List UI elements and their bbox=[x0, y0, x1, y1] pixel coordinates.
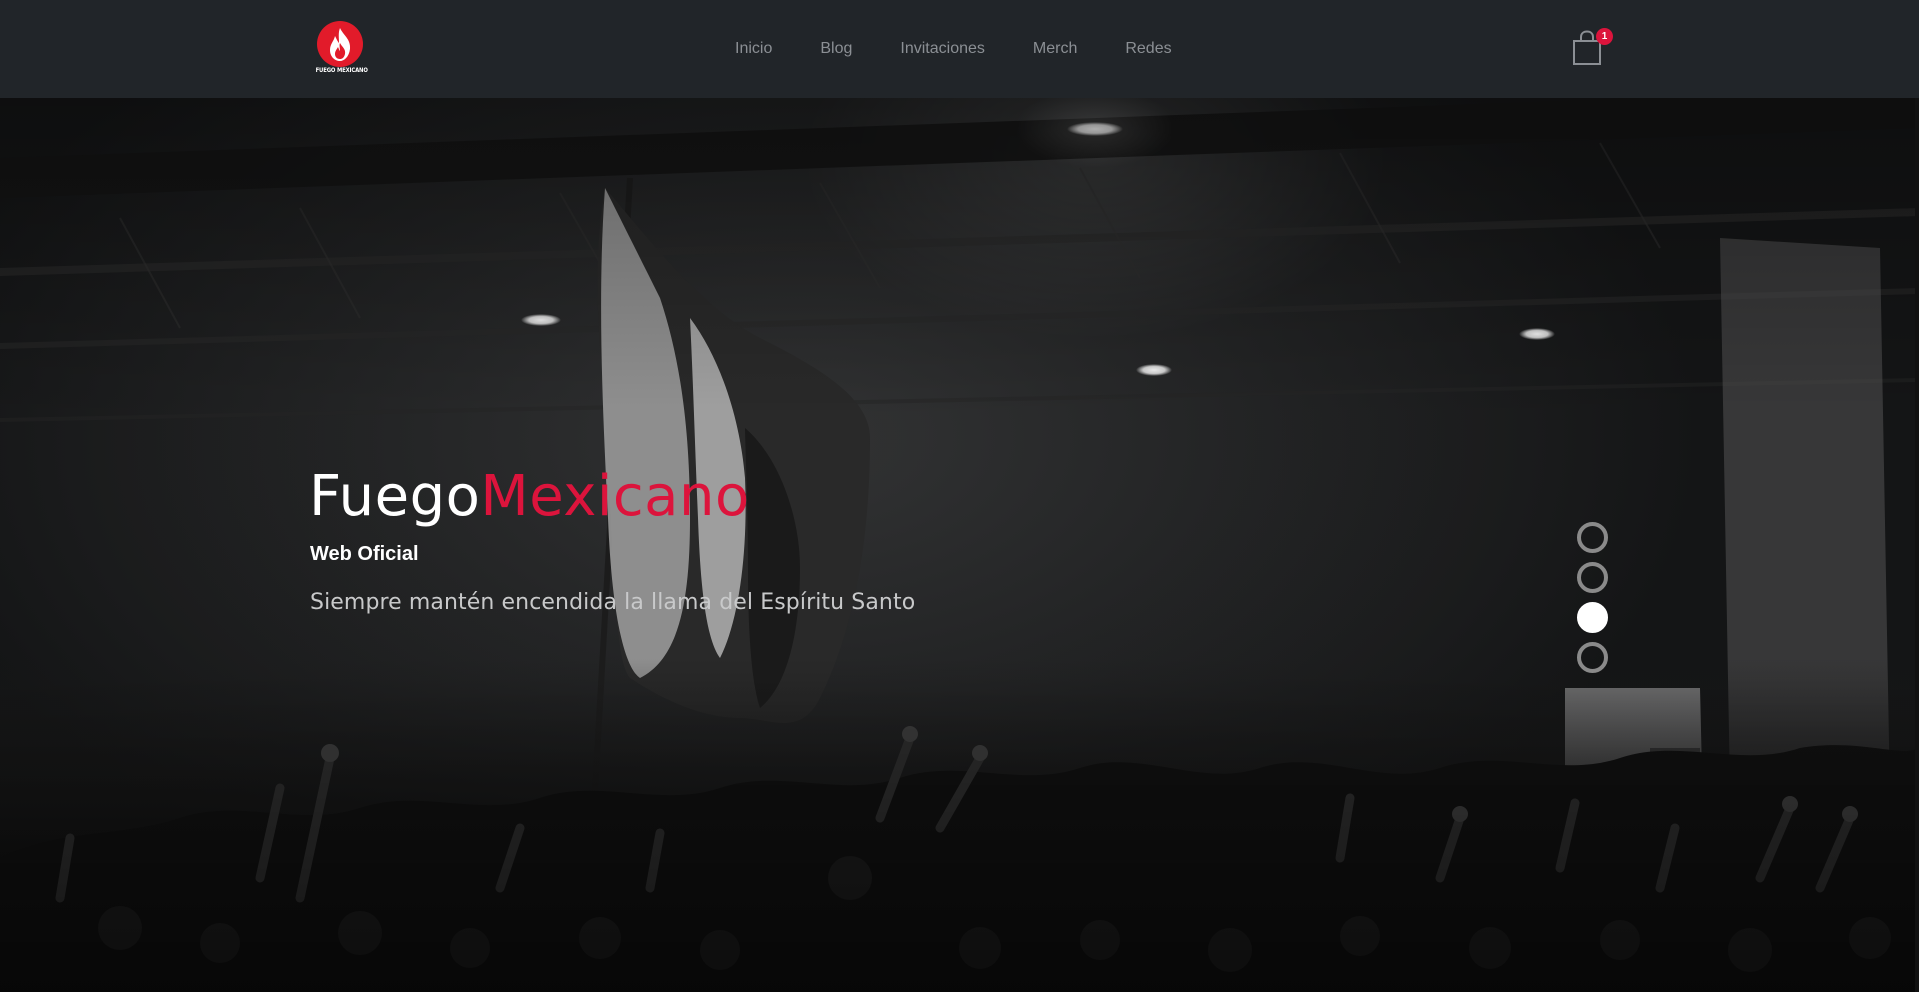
hero-subtitle: Web Oficial bbox=[310, 543, 419, 565]
hero-title-part1: Fuego bbox=[309, 464, 481, 529]
carousel-indicator-2[interactable] bbox=[1577, 562, 1608, 593]
navbar: FUEGO MEXICANO Inicio Blog Invitaciones … bbox=[0, 0, 1919, 98]
nav-link-redes[interactable]: Redes bbox=[1125, 37, 1171, 61]
carousel-indicator-4[interactable] bbox=[1577, 642, 1608, 673]
cart-count-badge: 1 bbox=[1596, 28, 1613, 45]
carousel-indicator-1[interactable] bbox=[1577, 522, 1608, 553]
nav-link-invitaciones[interactable]: Invitaciones bbox=[900, 37, 985, 61]
main-nav: Inicio Blog Invitaciones Merch Redes bbox=[735, 37, 1172, 61]
nav-item-inicio: Inicio bbox=[735, 37, 772, 61]
hero-overlay bbox=[0, 98, 1919, 992]
nav-item-merch: Merch bbox=[1033, 37, 1077, 61]
brand-logo-link[interactable]: FUEGO MEXICANO bbox=[310, 19, 372, 79]
nav-link-inicio[interactable]: Inicio bbox=[735, 37, 772, 61]
hero-title-part2: Mexicano bbox=[480, 464, 750, 529]
carousel-indicators bbox=[1577, 522, 1609, 682]
cart-button[interactable]: 1 bbox=[1571, 26, 1613, 68]
hero-carousel: FuegoMexicano Web Oficial Siempre mantén… bbox=[0, 98, 1919, 992]
flame-icon bbox=[317, 21, 363, 67]
page-scrollbar[interactable] bbox=[1915, 0, 1919, 992]
hero-title: FuegoMexicano bbox=[309, 464, 750, 530]
carousel-indicator-3[interactable] bbox=[1577, 602, 1608, 633]
page: FUEGO MEXICANO Inicio Blog Invitaciones … bbox=[0, 0, 1919, 992]
navbar-inner: FUEGO MEXICANO Inicio Blog Invitaciones … bbox=[0, 0, 1919, 98]
nav-link-merch[interactable]: Merch bbox=[1033, 37, 1077, 61]
nav-item-invitaciones: Invitaciones bbox=[900, 37, 985, 61]
nav-item-blog: Blog bbox=[820, 37, 852, 61]
logo-text: FUEGO MEXICANO bbox=[315, 66, 368, 74]
nav-item-redes: Redes bbox=[1125, 37, 1171, 61]
nav-link-blog[interactable]: Blog bbox=[820, 37, 852, 61]
hero-tagline: Siempre mantén encendida la llama del Es… bbox=[310, 590, 916, 615]
